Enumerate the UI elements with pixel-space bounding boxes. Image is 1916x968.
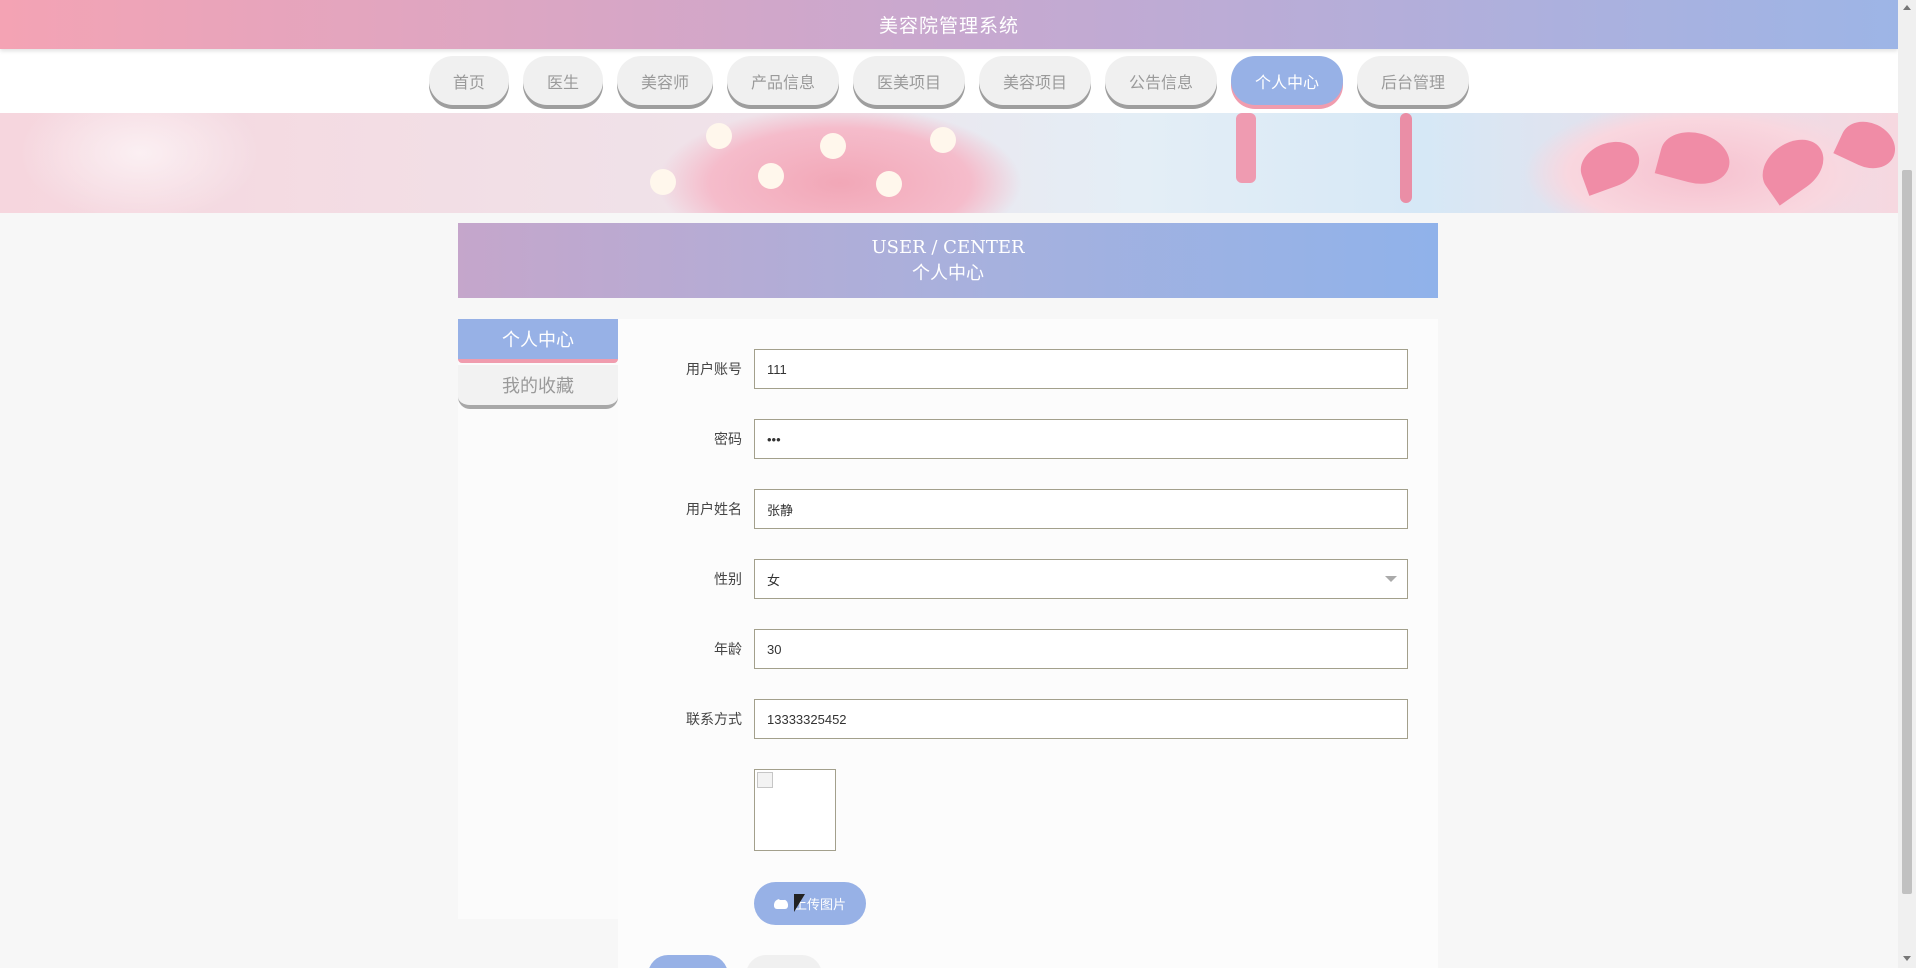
banner-image xyxy=(0,113,1898,213)
scrollbar-thumb[interactable] xyxy=(1902,170,1912,894)
banner-decoration xyxy=(758,163,784,189)
nav-item-beauty-projects[interactable]: 美容项目 xyxy=(979,56,1092,105)
banner-decoration xyxy=(1574,134,1646,196)
side-menu: 个人中心 我的收藏 xyxy=(458,319,618,919)
banner-decoration xyxy=(876,171,902,197)
banner-decoration xyxy=(820,133,846,159)
section-title-cn: 个人中心 xyxy=(912,262,984,284)
form-row-age: 年龄 30 xyxy=(618,629,1438,669)
page: 美容院管理系统 首页 医生 美容师 产品信息 医美项目 美容项目 公告信息 个人… xyxy=(0,0,1898,968)
section-title-en: USER / CENTER xyxy=(871,236,1025,258)
gender-select[interactable]: 女 xyxy=(754,559,1408,599)
banner-decoration xyxy=(650,169,676,195)
nav-item-announcements[interactable]: 公告信息 xyxy=(1105,56,1218,105)
form-row-name: 用户姓名 张静 xyxy=(618,489,1438,529)
nav-item-home[interactable]: 首页 xyxy=(428,56,509,105)
avatar-preview xyxy=(754,769,836,851)
vertical-scrollbar[interactable] xyxy=(1898,0,1916,968)
age-input[interactable]: 30 xyxy=(754,629,1408,669)
scroll-down-icon[interactable] xyxy=(1903,956,1911,961)
broken-image-icon xyxy=(757,772,773,788)
username-input[interactable]: 111 xyxy=(754,349,1408,389)
gender-label: 性别 xyxy=(714,572,742,588)
mouse-cursor-icon xyxy=(794,894,805,912)
submit-button[interactable] xyxy=(648,955,728,968)
banner-decoration xyxy=(930,127,956,153)
user-center-header: USER / CENTER 个人中心 xyxy=(458,223,1438,298)
side-item-user-center[interactable]: 个人中心 xyxy=(458,319,618,363)
name-label: 用户姓名 xyxy=(686,502,742,518)
chevron-down-icon xyxy=(1385,576,1397,582)
phone-label: 联系方式 xyxy=(686,712,742,728)
profile-form: 用户账号 111 密码 ••• 用户姓名 张静 性别 女 年龄 30 联系方式 … xyxy=(618,319,1438,968)
name-input[interactable]: 张静 xyxy=(754,489,1408,529)
nav-item-beautician[interactable]: 美容师 xyxy=(616,56,713,105)
banner-decoration xyxy=(706,123,732,149)
upload-image-button[interactable]: 上传图片 xyxy=(754,882,866,925)
banner-decoration xyxy=(1752,128,1834,206)
nav-item-doctor[interactable]: 医生 xyxy=(522,56,603,105)
gender-select-value: 女 xyxy=(767,572,781,588)
nav-item-medical-projects[interactable]: 医美项目 xyxy=(852,56,965,105)
form-row-password: 密码 ••• xyxy=(618,419,1438,459)
cloud-upload-icon xyxy=(773,895,788,909)
username-label: 用户账号 xyxy=(686,362,742,378)
age-label: 年龄 xyxy=(714,642,742,658)
scroll-up-icon[interactable] xyxy=(1903,5,1911,10)
form-row-phone: 联系方式 13333325452 xyxy=(618,699,1438,739)
main-nav: 首页 医生 美容师 产品信息 医美项目 美容项目 公告信息 个人中心 后台管理 xyxy=(0,49,1898,113)
password-input[interactable]: ••• xyxy=(754,419,1408,459)
side-item-favorites[interactable]: 我的收藏 xyxy=(458,365,618,409)
phone-input[interactable]: 13333325452 xyxy=(754,699,1408,739)
nav-item-admin[interactable]: 后台管理 xyxy=(1357,56,1470,105)
form-row-gender: 性别 女 xyxy=(618,559,1438,599)
banner-decoration xyxy=(1236,113,1256,183)
header-bar: 美容院管理系统 xyxy=(0,0,1898,49)
reset-button[interactable] xyxy=(746,955,822,968)
banner-decoration xyxy=(1654,124,1736,192)
form-row-username: 用户账号 111 xyxy=(618,349,1438,389)
banner-decoration xyxy=(1833,113,1898,177)
banner-decoration xyxy=(1400,113,1412,203)
password-label: 密码 xyxy=(714,432,742,448)
site-title: 美容院管理系统 xyxy=(878,15,1019,37)
nav-item-products[interactable]: 产品信息 xyxy=(726,56,839,105)
nav-item-user-center[interactable]: 个人中心 xyxy=(1231,56,1344,105)
